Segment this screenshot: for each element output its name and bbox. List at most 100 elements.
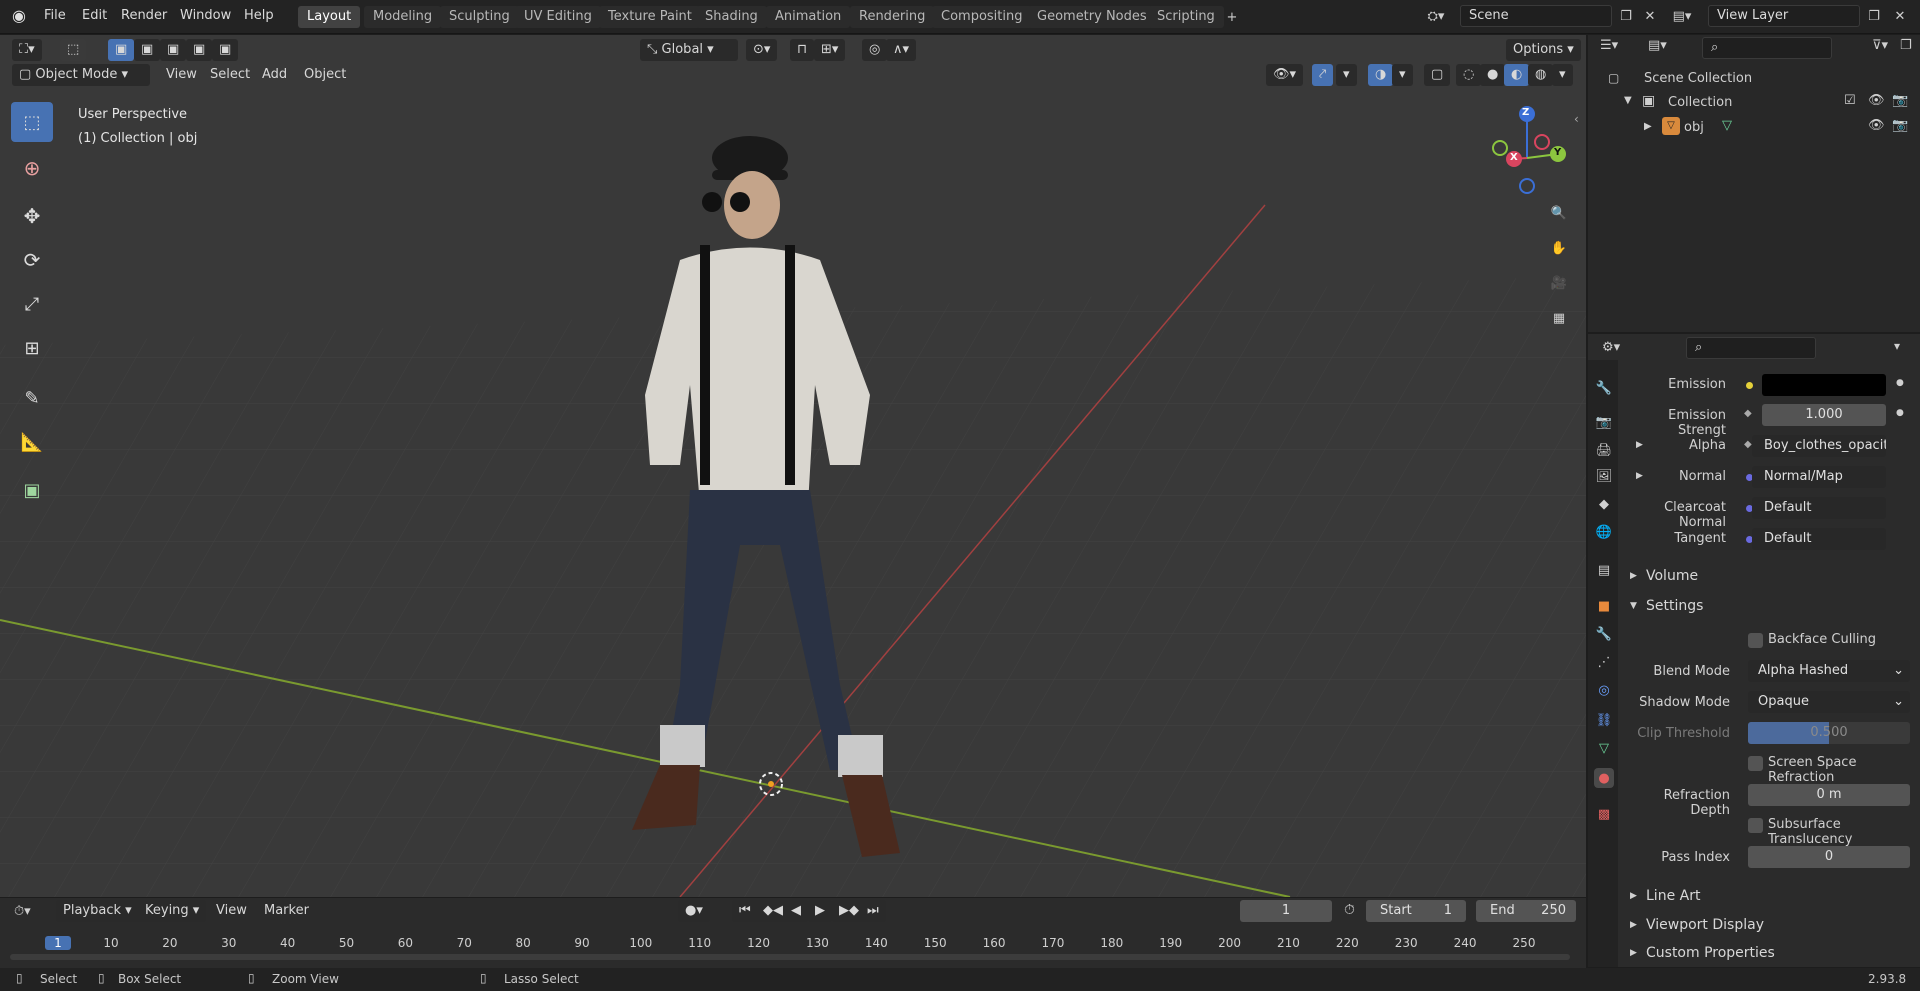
gizmo-toggle-icon[interactable]: ⤤ [1312, 64, 1334, 86]
properties-editor-type-icon[interactable]: ⚙▾ [1602, 340, 1620, 355]
select-mode-new-icon[interactable]: ▣ [108, 39, 135, 61]
collection-render-icon[interactable]: 📷 [1892, 93, 1908, 108]
ortho-toggle-icon[interactable]: ▦ [1544, 303, 1574, 333]
marker-menu[interactable]: Marker [258, 900, 315, 922]
emission-color-field[interactable] [1762, 374, 1886, 396]
transform-tool[interactable]: ⊞ [11, 328, 53, 368]
custom-properties-section[interactable]: Custom Properties [1646, 945, 1775, 961]
menu-view[interactable]: View [160, 64, 203, 86]
measure-tool[interactable]: 📐 [11, 422, 53, 462]
timeline-editor-type-icon[interactable]: ⏱▾ [14, 904, 31, 919]
tool-tab-icon[interactable]: 🔧 [1594, 378, 1614, 398]
tab-compositing[interactable]: Compositing [932, 6, 1032, 28]
scene-close-icon[interactable]: ✕ [1638, 5, 1662, 27]
tab-layout[interactable]: Layout [298, 6, 361, 28]
cursor-tool[interactable]: ⊕ [11, 148, 53, 188]
preview-range-icon[interactable]: ⏱ [1344, 902, 1355, 918]
jump-end-icon[interactable]: ⏭ [860, 900, 886, 922]
sidebar-toggle-icon[interactable]: ‹ [1574, 112, 1579, 126]
view-layer-field[interactable]: View Layer [1708, 5, 1860, 27]
world-tab-icon[interactable]: 🌐 [1594, 522, 1614, 542]
properties-options-icon[interactable]: ▾ [1894, 339, 1900, 353]
screen-space-refraction-checkbox[interactable] [1748, 756, 1763, 771]
auto-keying-icon[interactable]: ●▾ [678, 900, 710, 922]
blend-mode-dropdown[interactable]: Alpha Hashed ⌄ [1748, 660, 1910, 682]
collection-label[interactable]: Collection [1668, 95, 1732, 110]
scene-collection-label[interactable]: Scene Collection [1644, 71, 1752, 86]
select-mode-intersect-icon[interactable]: ▣ [212, 39, 239, 61]
menu-render[interactable]: Render [121, 8, 167, 23]
playback-menu[interactable]: Playback ▾ [56, 900, 139, 922]
obj-render-icon[interactable]: 📷 [1892, 118, 1908, 133]
timeline-scrollbar[interactable] [10, 954, 1570, 960]
select-mode-subtract-icon[interactable]: ▣ [160, 39, 187, 61]
wireframe-shading-icon[interactable]: ◌ [1456, 64, 1482, 86]
view-layer-close-icon[interactable]: ✕ [1888, 5, 1912, 27]
menu-help[interactable]: Help [244, 8, 274, 23]
camera-view-icon[interactable]: 🎥 [1544, 268, 1574, 298]
shading-options-icon[interactable]: ▾ [1552, 64, 1573, 86]
modifier-tab-icon[interactable]: 🔧 [1594, 624, 1614, 644]
scale-tool[interactable]: ⤢ [11, 284, 53, 324]
play-icon[interactable]: ▶ [808, 900, 832, 922]
select-box-tool[interactable]: ⬚ [11, 102, 53, 142]
collection-visibility-icon[interactable]: 👁 [1868, 93, 1885, 108]
select-mode-extend-icon[interactable]: ▣ [134, 39, 161, 61]
editor-type-icon[interactable]: ⛶▾ [12, 39, 42, 61]
options-dropdown[interactable]: Options ▾ [1506, 39, 1581, 61]
new-collection-icon[interactable]: ❐ [1900, 38, 1912, 53]
outliner-editor-type-icon[interactable]: ☰▾ [1600, 38, 1618, 53]
menu-select[interactable]: Select [204, 64, 256, 86]
viewport-display-expand-icon[interactable]: ▶ [1630, 920, 1637, 930]
collection-checkbox-icon[interactable]: ☑ [1844, 93, 1856, 108]
snap-target-icon[interactable]: ⊞▾ [814, 39, 846, 61]
end-frame-field[interactable]: End 250 [1476, 900, 1576, 922]
line-art-expand-icon[interactable]: ▶ [1630, 891, 1637, 901]
tab-texture-paint[interactable]: Texture Paint [599, 6, 701, 28]
emission-strength-keyframe-icon[interactable]: ● [1896, 408, 1904, 418]
line-art-section[interactable]: Line Art [1646, 888, 1700, 904]
overlay-toggle-icon[interactable]: ◑ [1368, 64, 1394, 86]
outliner-search-input[interactable]: ⌕ [1702, 37, 1832, 59]
blender-logo-icon[interactable]: ◉ [12, 6, 26, 25]
emission-strength-field[interactable]: 1.000 [1762, 404, 1886, 426]
zoom-view-icon[interactable]: 🔍 [1544, 198, 1574, 228]
refraction-depth-field[interactable]: 0 m [1748, 784, 1910, 806]
custom-properties-expand-icon[interactable]: ▶ [1630, 948, 1637, 958]
filter-icon[interactable]: ⊽▾ [1872, 38, 1888, 53]
select-mode-invert-icon[interactable]: ▣ [186, 39, 213, 61]
object-tab-icon[interactable]: ■ [1594, 596, 1614, 616]
material-preview-icon[interactable]: ◐ [1504, 64, 1530, 86]
object-label[interactable]: obj [1684, 120, 1704, 135]
orientation-dropdown[interactable]: ⤡ Global ▾ [640, 39, 738, 61]
screen-space-refraction-label[interactable]: Screen Space Refraction [1768, 755, 1920, 785]
overlay-options-icon[interactable]: ▾ [1392, 64, 1413, 86]
viewport-display-section[interactable]: Viewport Display [1646, 917, 1764, 933]
tab-shading[interactable]: Shading [696, 6, 767, 28]
visibility-icon[interactable]: 👁▾ [1266, 64, 1304, 86]
menu-edit[interactable]: Edit [82, 8, 107, 23]
current-frame-field[interactable]: 1 [1240, 900, 1332, 922]
object-mode-dropdown[interactable]: ▢ Object Mode ▾ [12, 64, 150, 86]
tangent-field[interactable]: Default [1752, 528, 1886, 550]
start-frame-field[interactable]: Start 1 [1366, 900, 1466, 922]
material-tab-icon[interactable]: ● [1594, 768, 1614, 788]
tab-modeling[interactable]: Modeling [364, 6, 442, 28]
tab-uv-editing[interactable]: UV Editing [515, 6, 601, 28]
pass-index-field[interactable]: 0 [1748, 846, 1910, 868]
tab-geometry-nodes[interactable]: Geometry Nodes [1028, 6, 1156, 28]
constraints-tab-icon[interactable]: ⛓ [1594, 710, 1614, 730]
tab-scripting[interactable]: Scripting [1148, 6, 1224, 28]
proportional-edit-icon[interactable]: ◎ [862, 39, 888, 61]
tab-animation[interactable]: Animation [766, 6, 851, 28]
collection-expand-icon[interactable]: ▼ [1624, 95, 1632, 106]
view-layer-copy-icon[interactable]: ❐ [1862, 5, 1886, 27]
menu-window[interactable]: Window [180, 8, 231, 23]
shadow-mode-dropdown[interactable]: Opaque ⌄ [1748, 691, 1910, 713]
rendered-shading-icon[interactable]: ◍ [1528, 64, 1554, 86]
emission-keyframe-icon[interactable]: ● [1896, 378, 1904, 388]
timeline-view-menu[interactable]: View [210, 900, 253, 922]
keying-menu[interactable]: Keying ▾ [138, 900, 207, 922]
obj-visibility-icon[interactable]: 👁 [1868, 118, 1885, 133]
particles-tab-icon[interactable]: ⋰ [1594, 652, 1614, 672]
